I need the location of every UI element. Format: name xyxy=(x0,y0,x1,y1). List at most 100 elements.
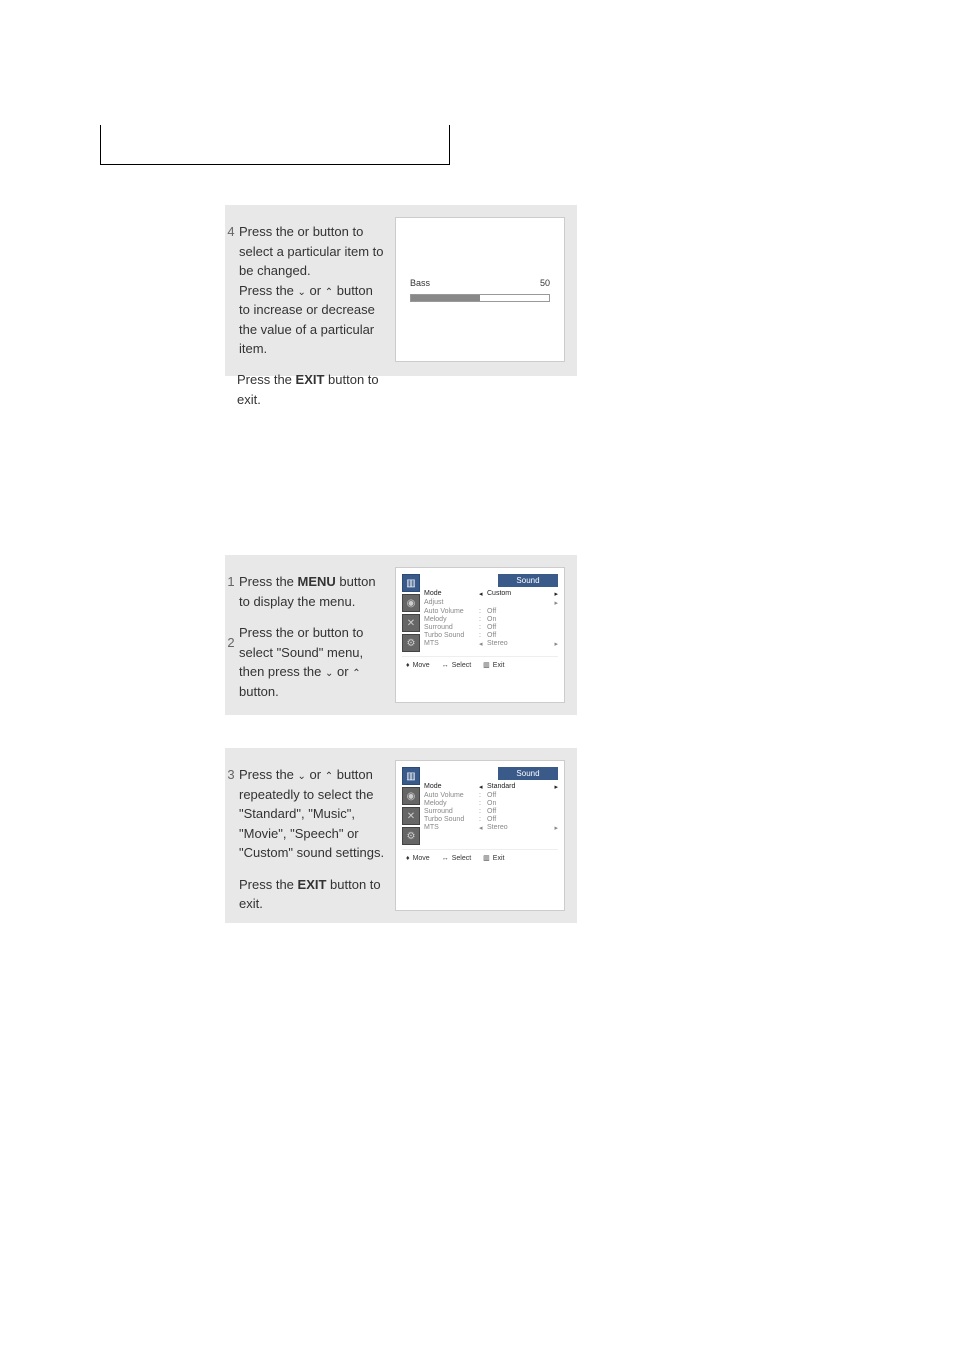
text: or xyxy=(310,283,325,298)
up-caret-icon xyxy=(352,664,360,679)
step-4-section: 4 Press the or button to select a partic… xyxy=(225,205,577,376)
menu-row-value xyxy=(487,599,550,607)
step1-text: Press the MENU button to display the men… xyxy=(239,572,387,611)
menu-label: MENU xyxy=(298,574,336,589)
left-arrow-icon: : xyxy=(479,792,487,799)
text: Press the xyxy=(239,767,298,782)
exit-hint: ▥Exit xyxy=(483,854,504,862)
text: Press the xyxy=(239,877,298,892)
menu-content: Sound Mode◂Standard▸Auto Volume:OffMelod… xyxy=(424,767,558,845)
step-3-section: 3 Press the or button repeatedly to sele… xyxy=(225,748,577,923)
exit-icon: ▥ xyxy=(483,854,490,862)
menu-title: Sound xyxy=(498,574,558,587)
menu-row: Turbo Sound:Off xyxy=(424,815,558,823)
select-hint: ↔Select xyxy=(442,854,471,862)
left-arrow-icon: ◂ xyxy=(479,640,487,648)
menu-row: Mode◂Custom▸ xyxy=(424,589,558,598)
text: Press the xyxy=(239,283,298,298)
exit-instruction: Press the EXIT button to exit. xyxy=(237,370,387,409)
menu-row-value: Off xyxy=(487,792,550,799)
right-arrow-icon: ▸ xyxy=(550,599,558,607)
right-arrow-icon xyxy=(550,800,558,807)
text: Press the xyxy=(239,625,298,640)
slider-track xyxy=(410,294,550,302)
menu-row-value: Off xyxy=(487,808,550,815)
sound-menu-screen-2: ▥ ◉ ✕ ⚙ Sound Mode◂Standard▸Auto Volume:… xyxy=(395,760,565,911)
leftright-icon: ↔ xyxy=(442,855,449,862)
text: Press the xyxy=(237,372,296,387)
right-arrow-icon xyxy=(550,608,558,615)
left-arrow-icon: : xyxy=(479,808,487,815)
step-4-instruction: Press the or button to select a particul… xyxy=(237,217,395,364)
menu-row: Melody:On xyxy=(424,799,558,807)
left-arrow-icon: : xyxy=(479,816,487,823)
num1: 1 xyxy=(225,574,237,589)
up-caret-icon xyxy=(325,283,333,298)
step-3-instruction: Press the or button repeatedly to select… xyxy=(237,760,395,911)
exit-label: EXIT xyxy=(298,877,327,892)
menu-row-label: Mode xyxy=(424,783,479,791)
menu-row: Turbo Sound:Off xyxy=(424,631,558,639)
bass-row: Bass 50 xyxy=(410,278,550,288)
menu-title: Sound xyxy=(498,767,558,780)
text: or xyxy=(337,664,352,679)
left-arrow-icon: ◂ xyxy=(479,783,487,791)
bass-label: Bass xyxy=(410,278,430,288)
sound-icon: ◉ xyxy=(402,594,420,612)
channel-icon: ✕ xyxy=(402,614,420,632)
step-number: 4 xyxy=(225,217,237,364)
menu-row: Melody:On xyxy=(424,615,558,623)
menu-row: MTS◂Stereo▸ xyxy=(424,823,558,832)
step-1-2-section: 1 2 Press the MENU button to display the… xyxy=(225,555,577,715)
menu-row-label: Melody xyxy=(424,616,479,623)
exit-hint: ▥Exit xyxy=(483,661,504,669)
right-arrow-icon xyxy=(550,792,558,799)
menu-row: Mode◂Standard▸ xyxy=(424,782,558,791)
right-arrow-icon: ▸ xyxy=(550,590,558,598)
menu-row-value: Stereo xyxy=(487,640,550,648)
menu-row-label: Melody xyxy=(424,800,479,807)
right-arrow-icon xyxy=(550,808,558,815)
menu-row-value: On xyxy=(487,616,550,623)
text: or xyxy=(298,224,313,239)
bass-value: 50 xyxy=(540,278,550,288)
exit-label: Exit xyxy=(493,662,505,669)
select-label: Select xyxy=(452,662,471,669)
menu-footer: ♦Move ↔Select ▥Exit xyxy=(402,656,558,669)
left-arrow-icon: : xyxy=(479,632,487,639)
left-arrow-icon: : xyxy=(479,616,487,623)
left-arrow-icon: ◂ xyxy=(479,590,487,598)
channel-icon: ✕ xyxy=(402,807,420,825)
right-arrow-icon xyxy=(550,816,558,823)
left-arrow-icon: : xyxy=(479,800,487,807)
menu-row-label: Auto Volume xyxy=(424,792,479,799)
move-label: Move xyxy=(413,855,430,862)
num2: 2 xyxy=(225,635,237,650)
setup-icon: ⚙ xyxy=(402,827,420,845)
move-hint: ♦Move xyxy=(406,854,430,862)
right-arrow-icon: ▸ xyxy=(550,824,558,832)
menu-row-label: MTS xyxy=(424,824,479,832)
updown-icon: ♦ xyxy=(406,855,410,862)
setup-icon: ⚙ xyxy=(402,634,420,652)
menu-row-value: Off xyxy=(487,632,550,639)
menu-row-label: Surround xyxy=(424,624,479,631)
menu-row: Surround:Off xyxy=(424,623,558,631)
leftright-icon: ↔ xyxy=(442,662,449,669)
menu-row: MTS◂Stereo▸ xyxy=(424,639,558,648)
left-arrow-icon xyxy=(479,599,487,607)
menu-row-label: Auto Volume xyxy=(424,608,479,615)
menu-row-label: Surround xyxy=(424,808,479,815)
step-number: 1 2 xyxy=(225,567,237,703)
left-arrow-icon: ◂ xyxy=(479,824,487,832)
menu-row: Surround:Off xyxy=(424,807,558,815)
right-arrow-icon xyxy=(550,632,558,639)
menu-row-value: Custom xyxy=(487,590,550,598)
instruction-block: Press the MENU button to display the men… xyxy=(237,567,395,703)
menu-row-value: Off xyxy=(487,624,550,631)
text: Press the xyxy=(239,574,298,589)
text: or xyxy=(298,625,313,640)
menu-row-value: Off xyxy=(487,816,550,823)
left-arrow-icon: : xyxy=(479,624,487,631)
exit-label: Exit xyxy=(493,855,505,862)
